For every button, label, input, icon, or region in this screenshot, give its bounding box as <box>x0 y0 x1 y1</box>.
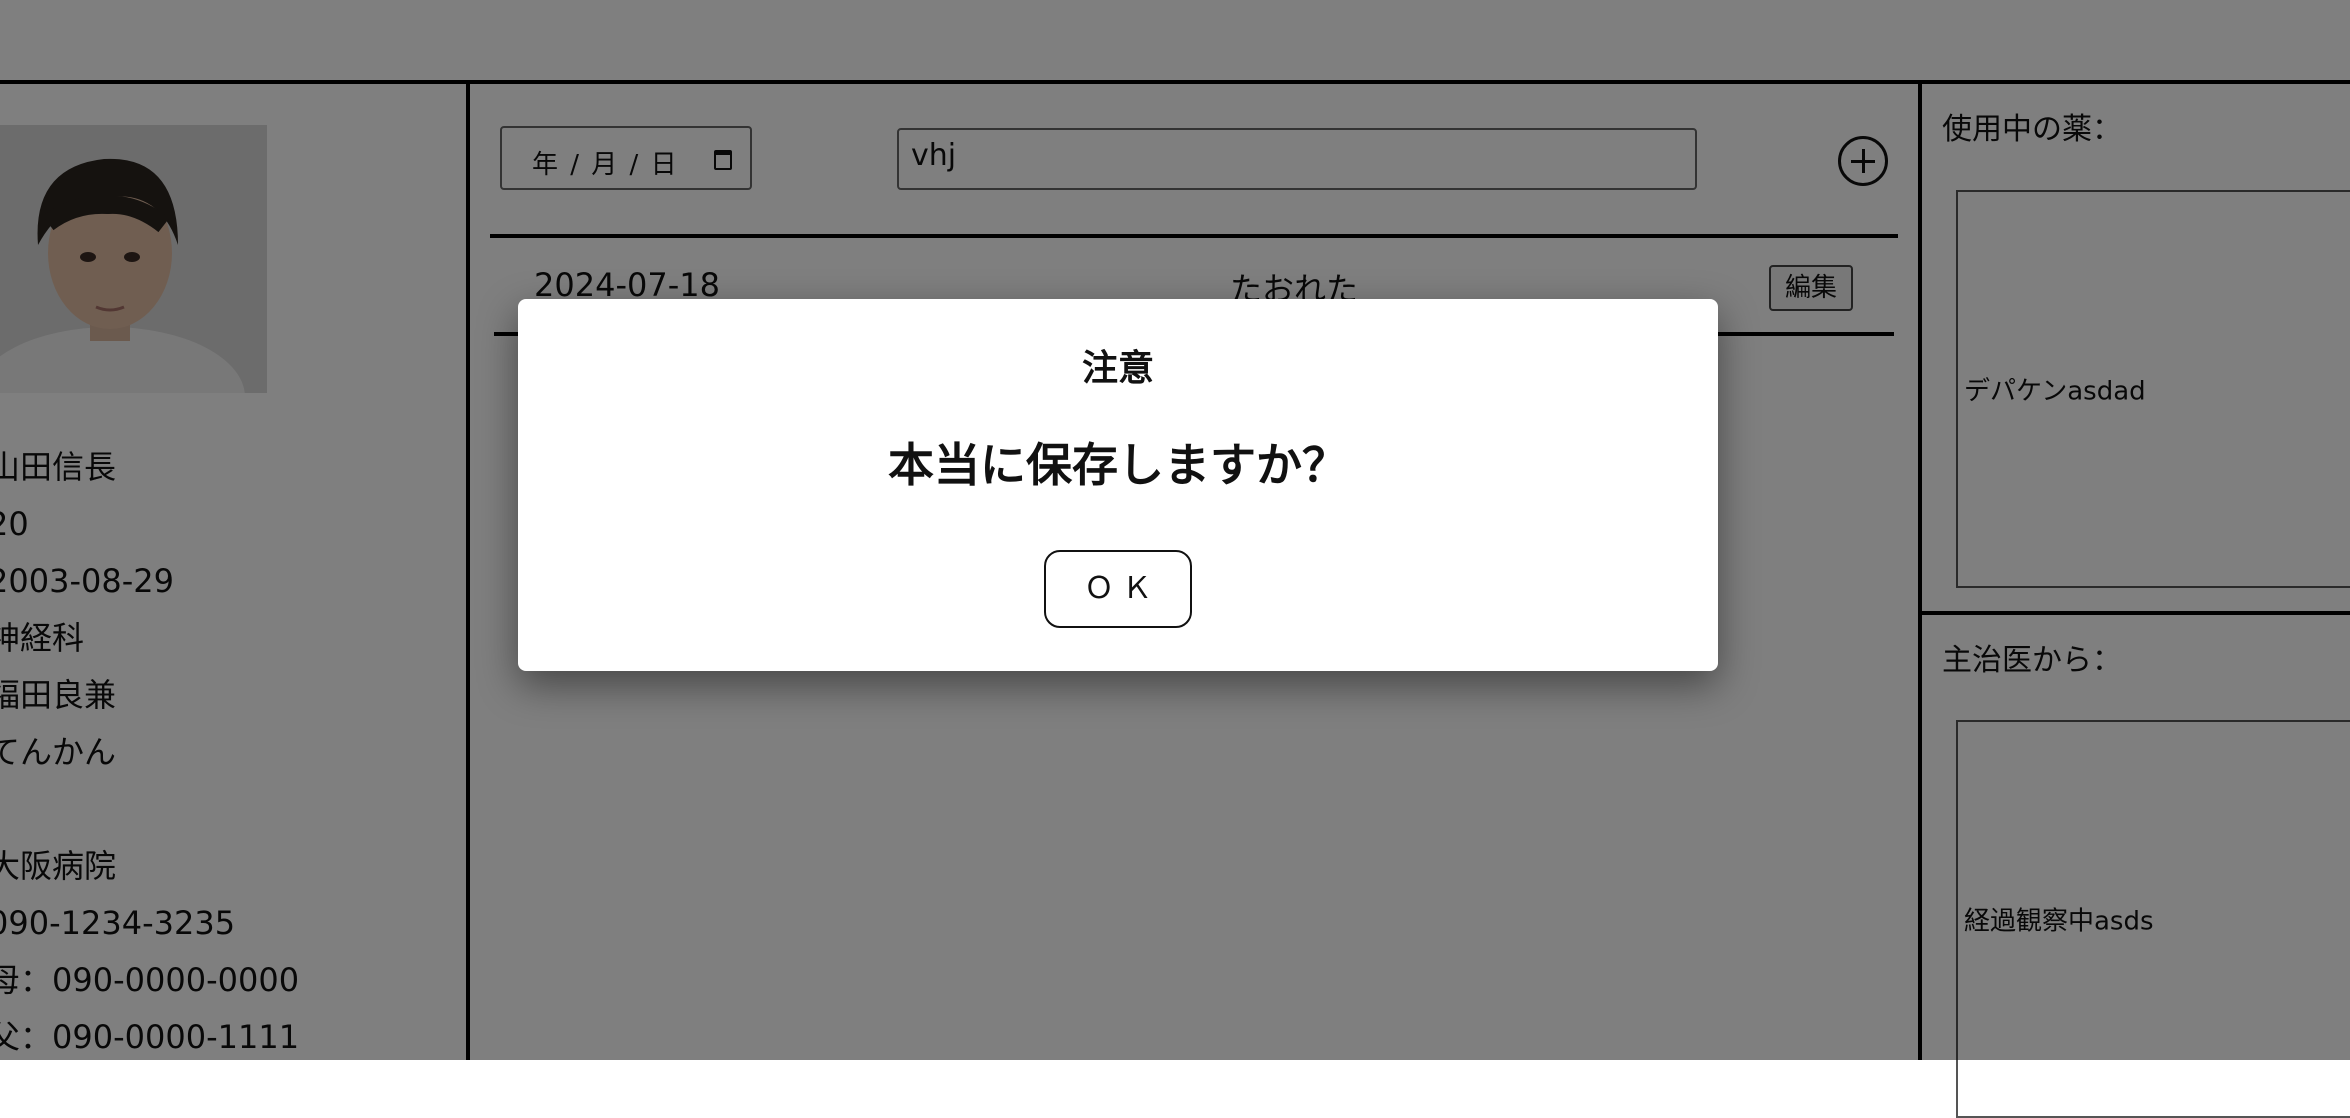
dialog-title: 注意 <box>1081 348 1154 389</box>
confirm-dialog: 注意 本当に保存しますか？ ＯＫ <box>518 299 1718 671</box>
ok-button[interactable]: ＯＫ <box>1044 550 1192 628</box>
dialog-message: 本当に保存しますか？ <box>888 438 1348 492</box>
